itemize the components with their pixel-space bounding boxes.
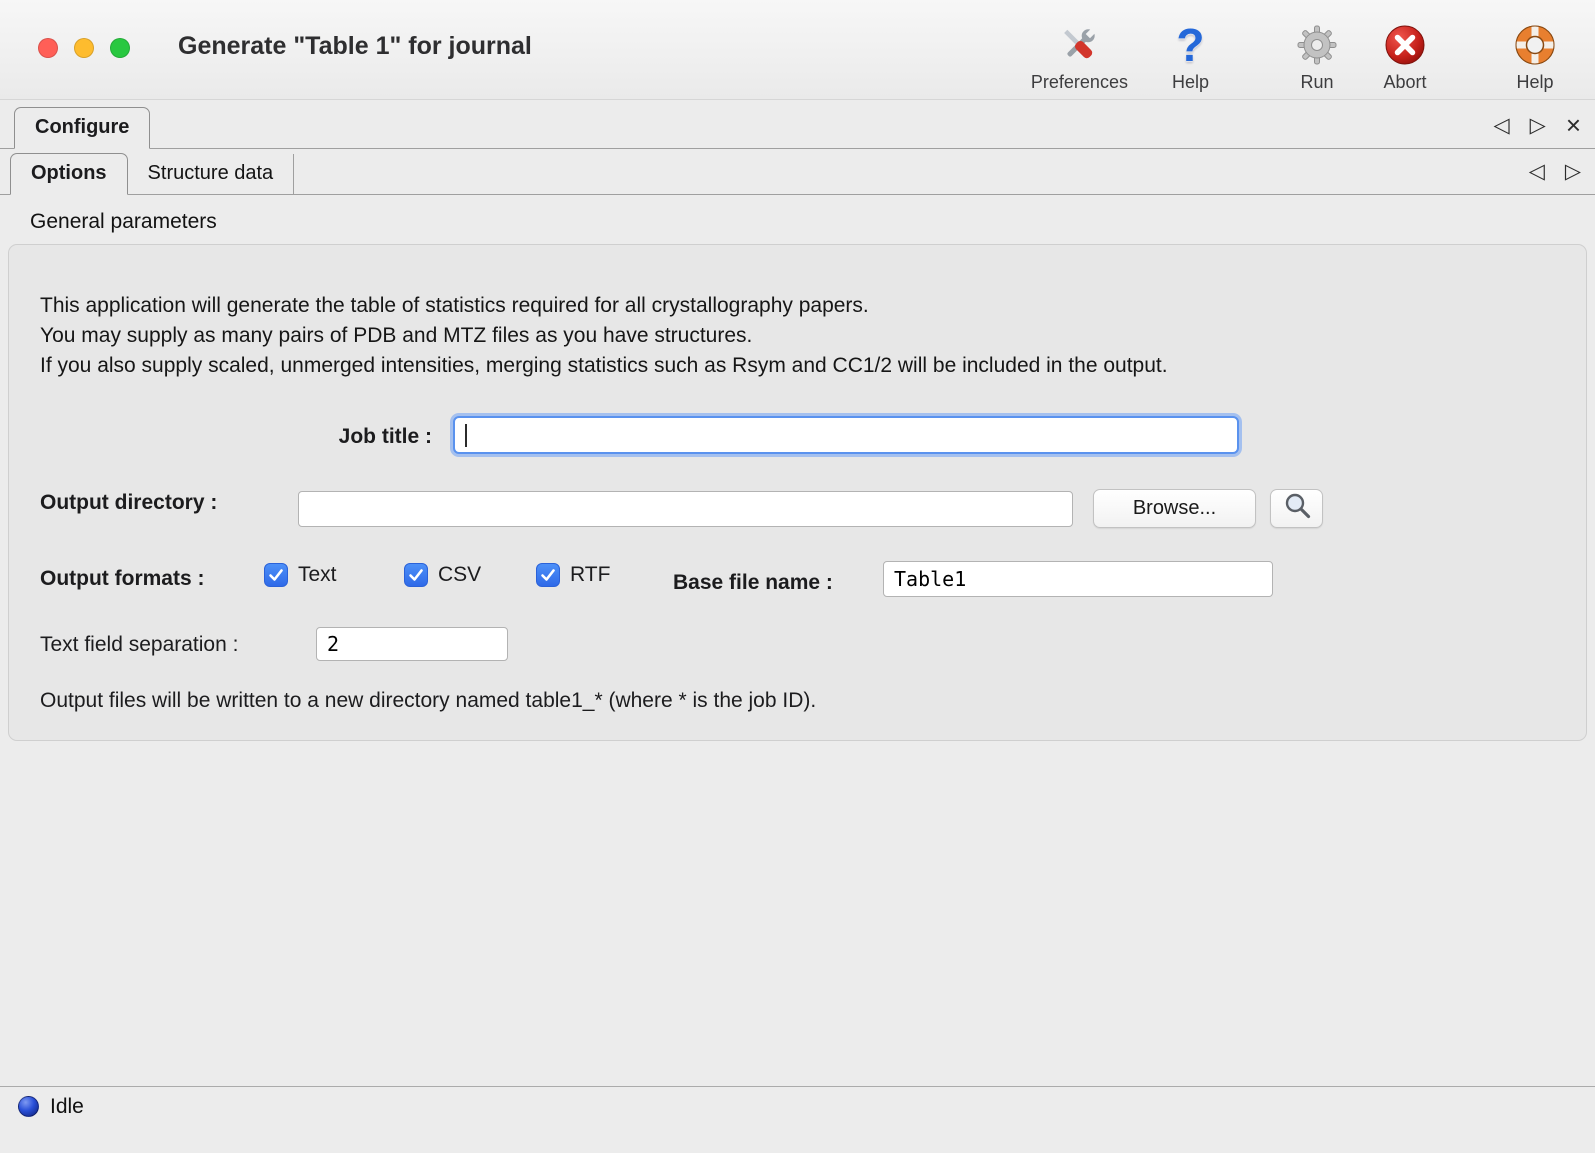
text-field-separation-label: Text field separation : — [40, 633, 238, 657]
preferences-button[interactable]: Preferences — [1031, 21, 1128, 93]
base-file-name-input[interactable] — [883, 561, 1273, 597]
minimize-window-button[interactable] — [74, 38, 94, 58]
checkbox-text[interactable]: Text — [264, 563, 337, 587]
inner-tab-nav: ◁ ▷ — [1529, 161, 1581, 194]
close-window-button[interactable] — [38, 38, 58, 58]
browse-button[interactable]: Browse... — [1093, 489, 1256, 528]
outer-tab-nav: ◁ ▷ × — [1494, 115, 1582, 148]
zoom-window-button[interactable] — [110, 38, 130, 58]
general-parameters-panel: This application will generate the table… — [8, 244, 1587, 741]
base-file-name-label: Base file name : — [673, 571, 833, 595]
gear-icon — [1295, 21, 1339, 69]
description-line: You may supply as many pairs of PDB and … — [40, 321, 1168, 351]
tab-structure-data[interactable]: Structure data — [128, 154, 295, 194]
subtab-nav-forward-icon[interactable]: ▷ — [1565, 161, 1581, 182]
job-title-input[interactable] — [453, 416, 1239, 454]
toolbar: Preferences ? Help — [1031, 21, 1557, 93]
check-icon — [268, 567, 284, 583]
checkbox-rtf[interactable]: RTF — [536, 563, 610, 587]
description-line: If you also supply scaled, unmerged inte… — [40, 351, 1168, 381]
toolbar-label: Help — [1516, 72, 1553, 93]
status-text: Idle — [50, 1095, 84, 1119]
search-directory-button[interactable] — [1270, 489, 1323, 528]
tools-icon — [1056, 21, 1102, 69]
section-title: General parameters — [30, 210, 1595, 234]
inner-tabstrip: Options Structure data ◁ ▷ — [0, 149, 1595, 195]
toolbar-label: Abort — [1383, 72, 1426, 93]
magnifier-icon — [1282, 491, 1312, 527]
description-text: This application will generate the table… — [40, 291, 1168, 381]
window-title: Generate "Table 1" for journal — [178, 32, 532, 61]
output-directory-input[interactable] — [298, 491, 1073, 527]
titlebar: Generate "Table 1" for journal — [0, 0, 1595, 100]
subtab-nav-back-icon[interactable]: ◁ — [1529, 161, 1545, 182]
text-field-separation-input[interactable] — [316, 627, 508, 661]
description-line: This application will generate the table… — [40, 291, 1168, 321]
app-window: Generate "Table 1" for journal — [0, 0, 1595, 1153]
tab-close-icon[interactable]: × — [1566, 115, 1581, 136]
output-formats-label: Output formats : — [40, 567, 204, 591]
output-directory-label: Output directory : — [40, 491, 217, 515]
text-caret — [465, 424, 467, 447]
toolbar-label: Run — [1300, 72, 1333, 93]
checkbox-csv-label: CSV — [438, 563, 481, 587]
tab-nav-back-icon[interactable]: ◁ — [1494, 115, 1510, 136]
tab-configure[interactable]: Configure — [14, 107, 150, 149]
tab-options[interactable]: Options — [10, 153, 128, 195]
abort-button[interactable]: Abort — [1383, 21, 1427, 93]
abort-icon — [1383, 21, 1427, 69]
statusbar: Idle — [0, 1086, 1595, 1153]
help-button[interactable]: ? Help — [1172, 21, 1209, 93]
run-button[interactable]: Run — [1295, 21, 1339, 93]
help-right-button[interactable]: Help — [1513, 21, 1557, 93]
tab-nav-forward-icon[interactable]: ▷ — [1530, 115, 1546, 136]
check-icon — [408, 567, 424, 583]
checkbox-csv[interactable]: CSV — [404, 563, 481, 587]
check-icon — [540, 567, 556, 583]
status-sphere-icon — [18, 1096, 39, 1117]
checkbox-rtf-label: RTF — [570, 563, 610, 587]
toolbar-label: Preferences — [1031, 72, 1128, 93]
output-note: Output files will be written to a new di… — [40, 689, 816, 713]
traffic-lights — [38, 38, 130, 58]
checkbox-text-box[interactable] — [264, 563, 288, 587]
job-title-label: Job title : — [9, 425, 432, 449]
checkbox-rtf-box[interactable] — [536, 563, 560, 587]
checkbox-text-label: Text — [298, 563, 337, 587]
checkbox-csv-box[interactable] — [404, 563, 428, 587]
question-icon: ? — [1176, 21, 1204, 69]
toolbar-label: Help — [1172, 72, 1209, 93]
lifebuoy-icon — [1513, 21, 1557, 69]
outer-tabstrip: Configure ◁ ▷ × — [0, 100, 1595, 149]
